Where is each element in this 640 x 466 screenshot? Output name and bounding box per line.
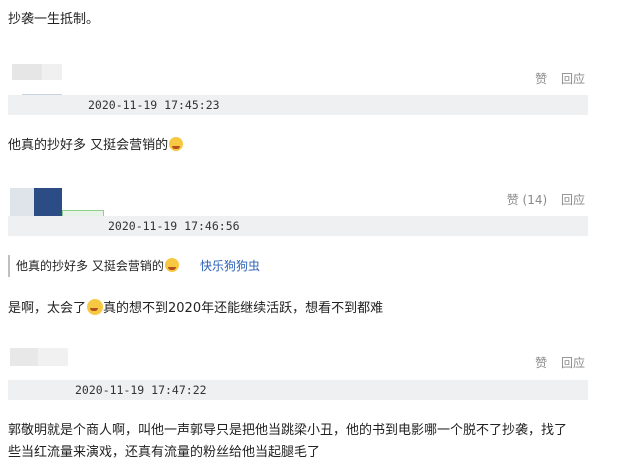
comment-text: 抄袭一生抵制。 (8, 12, 100, 27)
comment-text: 他真的抄好多 又挺会营销的 (8, 134, 184, 153)
reply-button[interactable]: 回应 (561, 356, 585, 370)
comment-actions: 赞 回应 (525, 354, 585, 371)
comment-text-body: 他真的抄好多 又挺会营销的 (8, 138, 169, 153)
timestamp: 2020-11-19 17:45:23 (88, 98, 220, 112)
comment-text-line: 郭敬明就是个商人啊，叫他一声郭导只是把他当跳梁小丑，他的书到电影哪一个脱不了抄袭… (8, 423, 568, 438)
comment-text-line: 些当红流量来演戏，还真有流量的粉丝给他当起腿毛了 (8, 445, 321, 460)
reply-button[interactable]: 回应 (561, 193, 585, 207)
comment-meta-bar (8, 216, 588, 236)
laughing-tears-emoji-icon (87, 299, 104, 315)
timestamp: 2020-11-19 17:46:56 (108, 219, 240, 233)
quote-username-link[interactable]: 快乐狗狗虫 (200, 257, 260, 274)
comment-actions: 赞 (14) 回应 (497, 191, 585, 208)
reply-button[interactable]: 回应 (561, 72, 585, 86)
quoted-reply: 他真的抄好多 又挺会营销的 快乐狗狗虫 (8, 255, 610, 277)
star-struck-emoji-icon (164, 258, 179, 272)
star-struck-emoji-icon (169, 137, 184, 151)
timestamp: 2020-11-19 17:47:22 (75, 383, 207, 397)
comment-actions: 赞 回应 (525, 70, 585, 87)
like-button[interactable]: 赞 (535, 72, 547, 86)
comment-text: 是啊，太会了 真的想不到2020年还能继续活跃，想看不到都难 (8, 299, 384, 316)
like-button[interactable]: 赞 (14) (507, 193, 547, 207)
quote-text: 他真的抄好多 又挺会营销的 (16, 257, 179, 274)
like-button[interactable]: 赞 (535, 356, 547, 370)
